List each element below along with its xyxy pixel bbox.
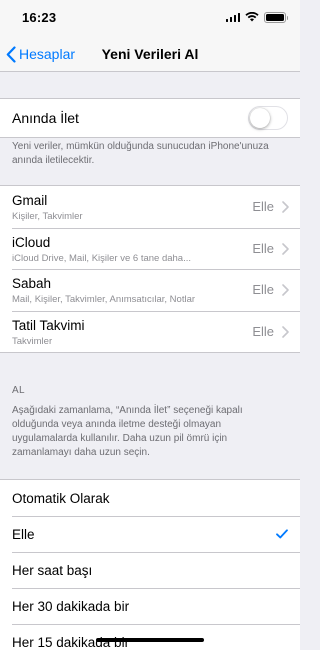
fetch-option-manual[interactable]: Elle	[0, 516, 300, 552]
account-row-icloud[interactable]: iCloud iCloud Drive, Mail, Kişiler ve 6 …	[0, 227, 300, 270]
chevron-right-icon	[282, 201, 289, 213]
page-title: Yeni Verileri Al	[101, 46, 199, 62]
checkmark-icon	[276, 529, 288, 539]
account-name: Gmail	[12, 193, 48, 208]
status-time: 16:23	[22, 10, 57, 25]
chevron-right-icon	[282, 242, 289, 255]
account-detail: Kişiler, Takvimler	[12, 211, 83, 222]
fetch-option-automatic[interactable]: Otomatik Olarak	[0, 480, 300, 516]
account-detail: Takvimler	[12, 335, 53, 347]
fetch-option-every-30-minutes[interactable]: Her 30 dakikada bir	[0, 588, 300, 624]
push-label: Anında İlet	[12, 110, 79, 126]
account-fetch-value: Elle	[252, 240, 274, 256]
account-name: iCloud	[12, 234, 51, 250]
account-detail: iCloud Drive, Mail, Kişiler ve 6 tane da…	[12, 252, 191, 264]
wifi-icon	[245, 12, 259, 22]
fetch-option-every-15-minutes[interactable]: Her 15 dakikada bir	[0, 624, 300, 650]
account-row-gmail[interactable]: Gmail Kişiler, Takvimler Elle	[0, 186, 300, 228]
status-bar: 16:23	[0, 0, 300, 36]
fetch-option-hourly[interactable]: Her saat başı	[0, 552, 300, 588]
fetch-options-list: Otomatik Olarak Elle Her saat başı Her 3…	[0, 479, 300, 650]
account-fetch-value: Elle	[252, 199, 274, 214]
push-section: Anında İlet	[0, 98, 300, 138]
account-fetch-value: Elle	[252, 282, 274, 297]
push-row: Anında İlet	[0, 99, 300, 137]
chevron-right-icon	[282, 325, 289, 338]
accounts-list: Gmail Kişiler, Takvimler Elle iCloud iCl…	[0, 185, 300, 353]
fetch-section-header: AL	[12, 385, 25, 396]
fetch-option-label: Her saat başı	[12, 563, 93, 578]
account-row-sabah[interactable]: Sabah Mail, Kişiler, Takvimler, Anımsatı…	[0, 269, 300, 311]
account-detail: Mail, Kişiler, Takvimler, Anımsatıcılar,…	[12, 294, 196, 305]
chevron-right-icon	[282, 284, 289, 296]
push-note: Yeni veriler, mümkün olduğunda sunucudan…	[12, 141, 269, 166]
toggle-knob	[250, 108, 270, 128]
navigation-bar: Hesaplar Yeni Verileri Al	[0, 36, 300, 72]
account-fetch-value: Elle	[252, 323, 274, 339]
fetch-note: Aşağıdaki zamanlama, “Anında İlet” seçen…	[12, 405, 243, 458]
push-toggle[interactable]	[248, 106, 288, 130]
account-name: Tatil Takvimi	[12, 317, 85, 333]
fetch-option-label: Otomatik Olarak	[12, 491, 110, 506]
account-row-tatil-takvimi[interactable]: Tatil Takvimi Takvimler Elle	[0, 310, 300, 353]
battery-icon	[264, 11, 288, 23]
cellular-signal-icon	[225, 12, 240, 22]
home-indicator[interactable]	[96, 638, 204, 642]
status-icons	[225, 11, 288, 23]
account-name: Sabah	[12, 276, 52, 291]
fetch-option-label: Her 30 dakikada bir	[12, 599, 130, 614]
fetch-option-label: Elle	[12, 527, 35, 542]
